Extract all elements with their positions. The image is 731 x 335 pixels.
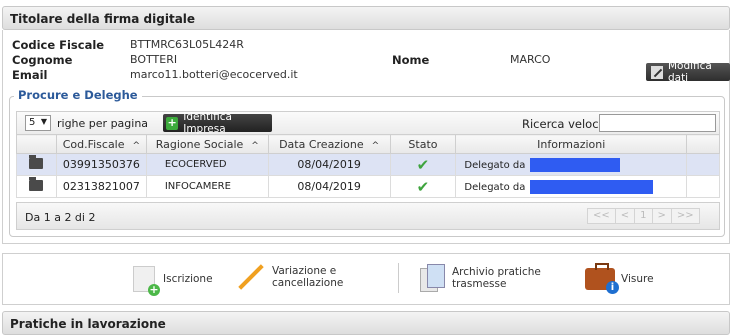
pager-first-button[interactable]: << <box>587 208 616 224</box>
rows-per-page-select[interactable]: 5 ▼ <box>25 115 51 131</box>
cell-cod-fiscale: 02313821007 <box>55 175 147 198</box>
folder-icon <box>29 154 44 169</box>
nome-label: Nome <box>392 53 430 67</box>
section-header-pratiche: Pratiche in lavorazione <box>2 311 730 335</box>
new-document-icon <box>133 266 160 296</box>
col-stato[interactable]: Stato <box>389 134 457 154</box>
cell-data-creazione: 08/04/2019 <box>267 153 391 176</box>
pager-info: Da 1 a 2 di 2 <box>25 211 96 224</box>
archivio-action[interactable]: Archivio pratiche trasmesse <box>420 264 541 292</box>
modifica-dati-label: Modifica dati <box>667 60 712 84</box>
rows-per-page-value: 5 <box>29 117 36 128</box>
cell-informazioni: Delegato da <box>455 153 688 176</box>
cell-informazioni: Delegato da <box>455 175 688 198</box>
email-label: Email <box>12 68 48 82</box>
table-row[interactable]: 03991350376 ECOCERVED 08/04/2019 ✔ Deleg… <box>16 153 720 176</box>
grid-footer: Da 1 a 2 di 2 << < 1 > >> <box>16 202 720 230</box>
pager: << < 1 > >> <box>587 208 700 224</box>
codice-fiscale-value: BTTMRC63L05L424R <box>130 38 244 51</box>
visure-action[interactable]: Visure <box>585 263 654 294</box>
cancellazione-label: cancellazione <box>272 277 344 289</box>
pager-next-button[interactable]: > <box>651 208 672 224</box>
col-informazioni[interactable]: Informazioni <box>455 134 688 154</box>
check-icon: ✔ <box>416 177 430 196</box>
procure-legend: Procure e Deleghe <box>14 88 142 102</box>
identifica-impresa-label: Identifica Impresa <box>183 111 232 135</box>
iscrizione-label: Iscrizione <box>163 273 213 285</box>
iscrizione-action[interactable]: Iscrizione <box>133 266 213 296</box>
cell-cod-fiscale: 03991350376 <box>55 153 147 176</box>
procure-table: Cod.Fiscale ^ Ragione Sociale ^ Data Creaz… <box>16 134 720 198</box>
chevron-down-icon: ▼ <box>40 117 47 126</box>
cell-ragione-sociale: ECOCERVED <box>145 153 269 176</box>
pager-last-button[interactable]: >> <box>670 208 700 224</box>
col-cod-fiscale[interactable]: Cod.Fiscale ^ <box>55 134 147 154</box>
email-value: marco11.botteri@ecocerved.it <box>130 68 298 81</box>
visure-label: Visure <box>621 273 654 285</box>
rows-per-page-label: righe per pagina <box>57 117 149 130</box>
sort-up-icon: ^ <box>371 140 380 151</box>
search-label: Ricerca veloce <box>522 117 606 131</box>
variazione-label: Variazione e <box>272 265 337 277</box>
trasmesse-label: trasmesse <box>452 278 507 290</box>
col-ragione-sociale[interactable]: Ragione Sociale ^ <box>145 134 269 154</box>
table-row[interactable]: 02313821007 INFOCAMERE 08/04/2019 ✔ Dele… <box>16 175 720 198</box>
search-input[interactable] <box>599 114 716 132</box>
cognome-label: Cognome <box>12 53 73 67</box>
modifica-dati-button[interactable]: Modifica dati <box>646 60 730 84</box>
col-extra <box>686 134 720 154</box>
divider <box>398 263 399 293</box>
table-header-row: Cod.Fiscale ^ Ragione Sociale ^ Data Creaz… <box>16 134 720 154</box>
redacted-block <box>529 157 620 172</box>
section-header-titolare: Titolare della firma digitale <box>2 6 730 30</box>
briefcase-icon <box>585 263 619 294</box>
variazione-action[interactable]: Variazione e cancellazione <box>238 264 343 290</box>
cell-data-creazione: 08/04/2019 <box>267 175 391 198</box>
identifica-impresa-button[interactable]: + Identifica Impresa <box>163 111 272 135</box>
pencil-icon <box>238 264 264 290</box>
codice-fiscale-label: Codice Fiscale <box>12 38 105 52</box>
nome-value: MARCO <box>510 53 551 66</box>
pager-prev-button[interactable]: < <box>614 208 636 224</box>
plus-icon: + <box>166 115 179 130</box>
pencil-icon <box>651 65 663 79</box>
grid-toolbar: 5 ▼ righe per pagina + Identifica Impres… <box>16 111 720 135</box>
sort-up-icon: ^ <box>132 140 141 151</box>
col-icon <box>16 134 57 154</box>
pager-page-button[interactable]: 1 <box>634 208 653 224</box>
sort-up-icon: ^ <box>251 140 259 151</box>
cognome-value: BOTTERI <box>130 53 178 66</box>
col-data-creazione[interactable]: Data Creazione ^ <box>267 134 391 154</box>
redacted-block <box>529 179 653 194</box>
check-icon: ✔ <box>416 155 430 174</box>
archivio-label: Archivio pratiche <box>452 266 541 278</box>
folder-icon <box>29 176 44 191</box>
documents-icon <box>420 264 445 292</box>
cell-ragione-sociale: INFOCAMERE <box>145 175 269 198</box>
